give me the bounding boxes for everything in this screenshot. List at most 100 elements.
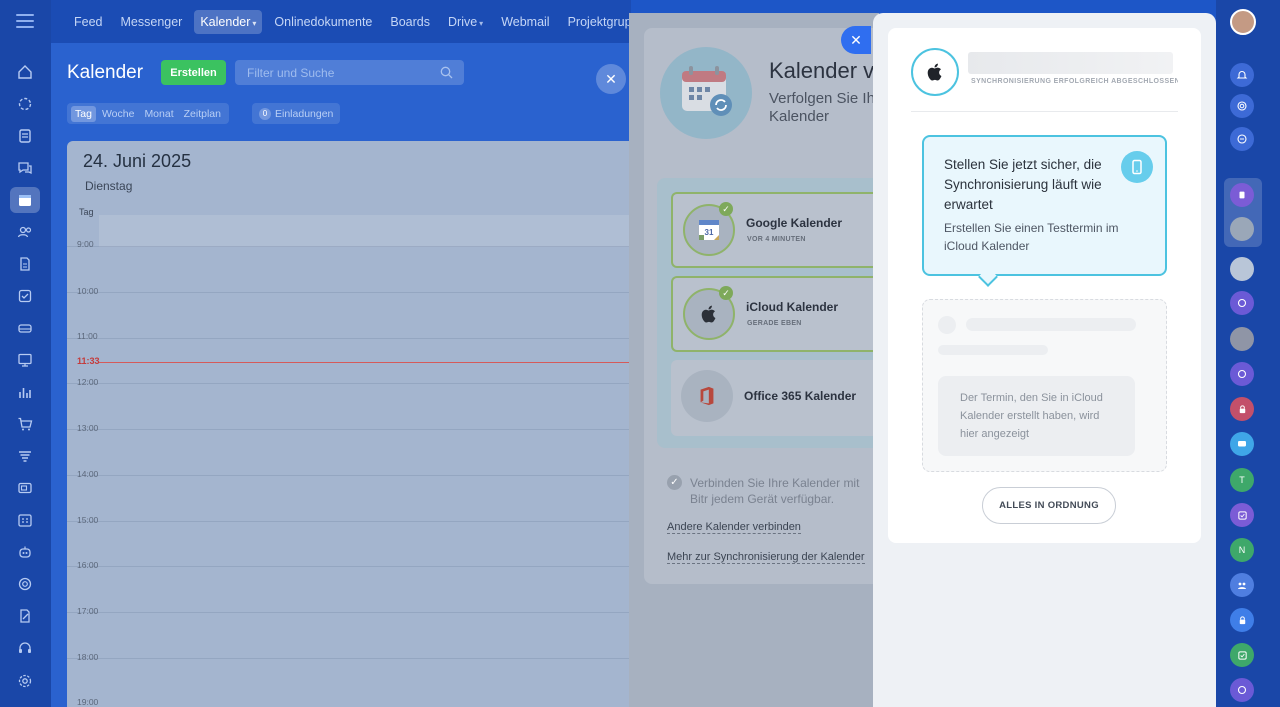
tab-zeitplan[interactable]: Zeitplan	[180, 106, 225, 122]
hour-label: 13:00	[77, 423, 99, 433]
crm-icon[interactable]	[10, 315, 40, 341]
user-avatar[interactable]	[1230, 9, 1256, 35]
calendar-page: Kalender Erstellen Tag Woche Monat Zeitp…	[51, 43, 631, 707]
provider-office365[interactable]: Office 365 Kalender	[671, 360, 879, 436]
automation-icon[interactable]	[10, 539, 40, 565]
copilot-icon[interactable]	[1230, 362, 1254, 386]
calendar-icon[interactable]	[10, 187, 40, 213]
support-icon[interactable]	[10, 635, 40, 661]
account-name-redacted	[968, 52, 1173, 74]
check-circle-icon: ✓	[667, 475, 682, 490]
sign-icon[interactable]	[10, 603, 40, 629]
settings-icon[interactable]	[10, 668, 40, 694]
group-icon[interactable]	[1230, 573, 1254, 597]
nav-drive-label: Drive	[448, 14, 478, 29]
provider-icloud[interactable]: ✓ iCloud Kalender GERADE EBEN	[671, 276, 879, 352]
nav-drive[interactable]: Drive ▾	[442, 10, 489, 34]
user-avatar[interactable]	[1230, 327, 1254, 351]
hour-line	[67, 292, 631, 293]
chat-spiral-icon[interactable]	[1230, 94, 1254, 118]
marketing-icon[interactable]	[10, 443, 40, 469]
search-input[interactable]	[235, 60, 425, 85]
nav-boards[interactable]: Boards	[384, 10, 436, 34]
hour-label: 15:00	[77, 515, 99, 525]
link-connect-other[interactable]: Andere Kalender verbinden	[667, 521, 801, 534]
hour-label: 19:00	[77, 697, 99, 707]
check-icon: ✓	[719, 286, 733, 300]
calendar-date: 24. Juni 2025	[83, 151, 192, 171]
avatar-letter-n[interactable]: N	[1230, 538, 1254, 562]
nav-feed[interactable]: Feed	[68, 10, 109, 34]
close-icon: ✕	[850, 31, 862, 48]
close-icon[interactable]: ✕	[596, 64, 626, 94]
calendar-sync-icon	[682, 66, 732, 116]
view-tabs: Tag Woche Monat Zeitplan	[67, 103, 229, 124]
chat-bubble-icon[interactable]	[1230, 432, 1254, 456]
nav-webmail[interactable]: Webmail	[495, 10, 555, 34]
user-avatar[interactable]	[1230, 257, 1254, 281]
create-button[interactable]: Erstellen	[161, 60, 226, 85]
hour-line	[67, 475, 631, 476]
skeleton-dot	[938, 316, 956, 334]
nav-messenger[interactable]: Messenger	[115, 10, 189, 34]
bell-icon[interactable]	[1230, 63, 1254, 87]
documents-icon[interactable]	[10, 251, 40, 277]
lock-icon[interactable]	[1230, 397, 1254, 421]
check-icon: ✓	[719, 202, 733, 216]
group-chat-icon[interactable]	[1230, 183, 1254, 207]
hour-label: 11:00	[77, 331, 98, 341]
info-bubble-title: Stellen Sie jetzt sicher, die Synchronis…	[944, 157, 1102, 212]
sites-icon[interactable]	[10, 347, 40, 373]
hour-label: 14:00	[77, 469, 99, 479]
skeleton-bar	[938, 345, 1048, 355]
invitations-count: 0	[259, 107, 271, 120]
tasks-icon[interactable]	[1230, 503, 1254, 527]
goals-icon[interactable]	[10, 571, 40, 597]
menu-icon[interactable]	[16, 14, 34, 28]
user-avatar[interactable]	[1230, 217, 1254, 241]
analytics-icon[interactable]	[10, 379, 40, 405]
page-title: Kalender	[67, 62, 144, 83]
shop-icon[interactable]	[10, 411, 40, 437]
activity-icon[interactable]	[10, 91, 40, 117]
all-ok-button[interactable]: ALLES IN ORDNUNG	[982, 487, 1116, 524]
nav-kalender[interactable]: Kalender ▾	[194, 9, 263, 34]
hour-line	[67, 383, 631, 384]
link-more-sync[interactable]: Mehr zur Synchronisierung der Kalender	[667, 551, 865, 564]
hour-line	[67, 246, 631, 247]
feed-icon[interactable]	[10, 123, 40, 149]
contacts-icon[interactable]	[10, 219, 40, 245]
provider-google[interactable]: 31 ✓ Google Kalender VOR 4 MINUTEN	[671, 192, 879, 268]
search-chat-icon[interactable]	[1230, 127, 1254, 151]
current-time-line	[99, 362, 631, 363]
tasks-icon[interactable]	[10, 283, 40, 309]
hour-label: 9:00	[77, 239, 94, 249]
tab-monat[interactable]: Monat	[140, 106, 177, 122]
payments-icon[interactable]	[10, 475, 40, 501]
tasks-icon[interactable]	[1230, 643, 1254, 667]
apple-icon	[911, 48, 959, 96]
provider-name: Office 365 Kalender	[744, 389, 857, 403]
hour-label: 17:00	[77, 606, 99, 616]
skeleton-bar	[966, 318, 1136, 331]
slider-close-button[interactable]: ✕	[841, 26, 871, 54]
home-icon[interactable]	[10, 59, 40, 85]
placeholder-text: Der Termin, den Sie in iCloud Kalender e…	[960, 392, 1103, 440]
lock-icon[interactable]	[1230, 608, 1254, 632]
nav-onlinedokumente[interactable]: Onlinedokumente	[268, 10, 378, 34]
search-icon[interactable]	[440, 66, 453, 79]
messenger-icon[interactable]	[10, 155, 40, 181]
booking-icon[interactable]	[10, 507, 40, 533]
phone-icon	[1121, 151, 1153, 183]
chevron-down-icon: ▾	[479, 18, 484, 28]
copilot-icon[interactable]	[1230, 291, 1254, 315]
provider-name: iCloud Kalender	[746, 300, 839, 314]
provider-name: Google Kalender	[746, 216, 843, 230]
avatar-letter-t[interactable]: T	[1230, 468, 1254, 492]
tab-tag[interactable]: Tag	[71, 105, 96, 122]
hour-line	[67, 566, 631, 567]
copilot-icon[interactable]	[1230, 678, 1254, 702]
tab-woche[interactable]: Woche	[98, 106, 139, 122]
invitations-button[interactable]: 0 Einladungen	[252, 103, 341, 124]
hour-shade	[99, 215, 631, 247]
